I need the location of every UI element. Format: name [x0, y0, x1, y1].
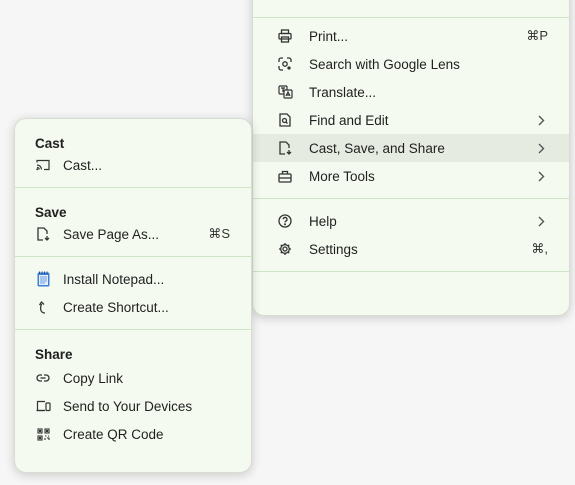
menu-item-label: More Tools: [309, 168, 375, 184]
save-page-icon: [277, 140, 293, 156]
gear-icon: [277, 241, 293, 257]
chrome-main-menu: Print... ⌘P Search with Google Lens Tran…: [252, 0, 570, 316]
menu-item-shortcut: ⌘,: [531, 241, 548, 256]
menu-item-create-shortcut[interactable]: Create Shortcut...: [15, 293, 251, 321]
google-lens-icon: [277, 56, 293, 72]
menu-item-label: Cast, Save, and Share: [309, 140, 445, 156]
menu-item-google-lens[interactable]: Search with Google Lens: [253, 50, 569, 78]
menu-item-label: Create Shortcut...: [63, 299, 169, 315]
menu-item-label: Install Notepad...: [63, 271, 165, 287]
menu-item-more-tools[interactable]: More Tools: [253, 162, 569, 190]
shortcut-arrow-icon: [35, 299, 51, 315]
chevron-right-icon: [538, 143, 545, 154]
menu-item-label: Send to Your Devices: [63, 398, 193, 414]
menu-item-label: Find and Edit: [309, 112, 389, 128]
menu-item-print[interactable]: Print... ⌘P: [253, 22, 569, 50]
section-title-cast: Cast: [35, 136, 65, 151]
save-page-icon: [35, 226, 51, 242]
printer-icon: [277, 28, 293, 44]
section-title-share: Share: [35, 347, 73, 362]
menu-item-label: Search with Google Lens: [309, 56, 460, 72]
cast-icon: [35, 157, 51, 173]
notepad-app-icon: [35, 271, 51, 287]
menu-item-label: Create QR Code: [63, 426, 164, 442]
menu-item-cast-save-share[interactable]: Cast, Save, and Share: [253, 134, 569, 162]
help-icon: [277, 213, 293, 229]
menu-item-copy-link[interactable]: Copy Link: [15, 364, 251, 392]
qr-code-icon: [35, 426, 51, 442]
menu-item-save-page-as[interactable]: Save Page As... ⌘S: [15, 220, 251, 248]
chevron-right-icon: [538, 115, 545, 126]
menu-item-help[interactable]: Help: [253, 207, 569, 235]
menu-item-find-and-edit[interactable]: Find and Edit: [253, 106, 569, 134]
cast-save-share-submenu: Cast Cast... Save Save Page As... ⌘S Ins…: [14, 118, 252, 473]
menu-item-label: Cast...: [63, 157, 103, 173]
find-page-icon: [277, 112, 293, 128]
menu-item-shortcut: ⌘P: [526, 28, 548, 43]
toolbox-icon: [277, 168, 293, 184]
menu-item-label: Help: [309, 213, 337, 229]
menu-separator: [253, 271, 569, 272]
translate-icon: [277, 84, 293, 100]
menu-item-label: Copy Link: [63, 370, 124, 386]
menu-item-create-qr-code[interactable]: Create QR Code: [15, 420, 251, 448]
menu-item-label: Settings: [309, 241, 358, 257]
menu-item-send-to-devices[interactable]: Send to Your Devices: [15, 392, 251, 420]
section-title-save: Save: [35, 205, 67, 220]
menu-item-cast[interactable]: Cast...: [15, 151, 251, 179]
menu-item-label: Translate...: [309, 84, 377, 100]
menu-item-shortcut: ⌘S: [208, 226, 230, 241]
link-icon: [35, 370, 51, 386]
menu-item-translate[interactable]: Translate...: [253, 78, 569, 106]
menu-item-install-notepad[interactable]: Install Notepad...: [15, 265, 251, 293]
devices-icon: [35, 398, 51, 414]
chevron-right-icon: [538, 216, 545, 227]
menu-item-settings[interactable]: Settings ⌘,: [253, 235, 569, 263]
chevron-right-icon: [538, 171, 545, 182]
